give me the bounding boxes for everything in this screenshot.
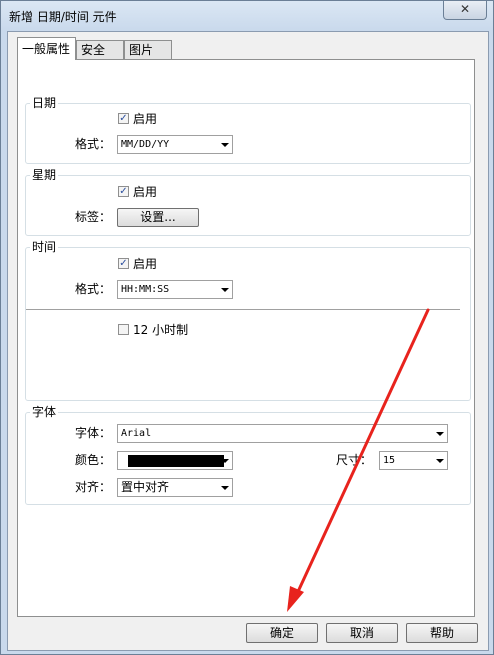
annotation-arrow-line xyxy=(294,308,430,598)
annotation-arrow-head xyxy=(287,586,304,612)
annotation-arrow-icon xyxy=(287,308,430,612)
tab-general[interactable]: 一般属性 xyxy=(17,37,76,60)
tab-general-label: 一般属性 xyxy=(22,42,71,56)
